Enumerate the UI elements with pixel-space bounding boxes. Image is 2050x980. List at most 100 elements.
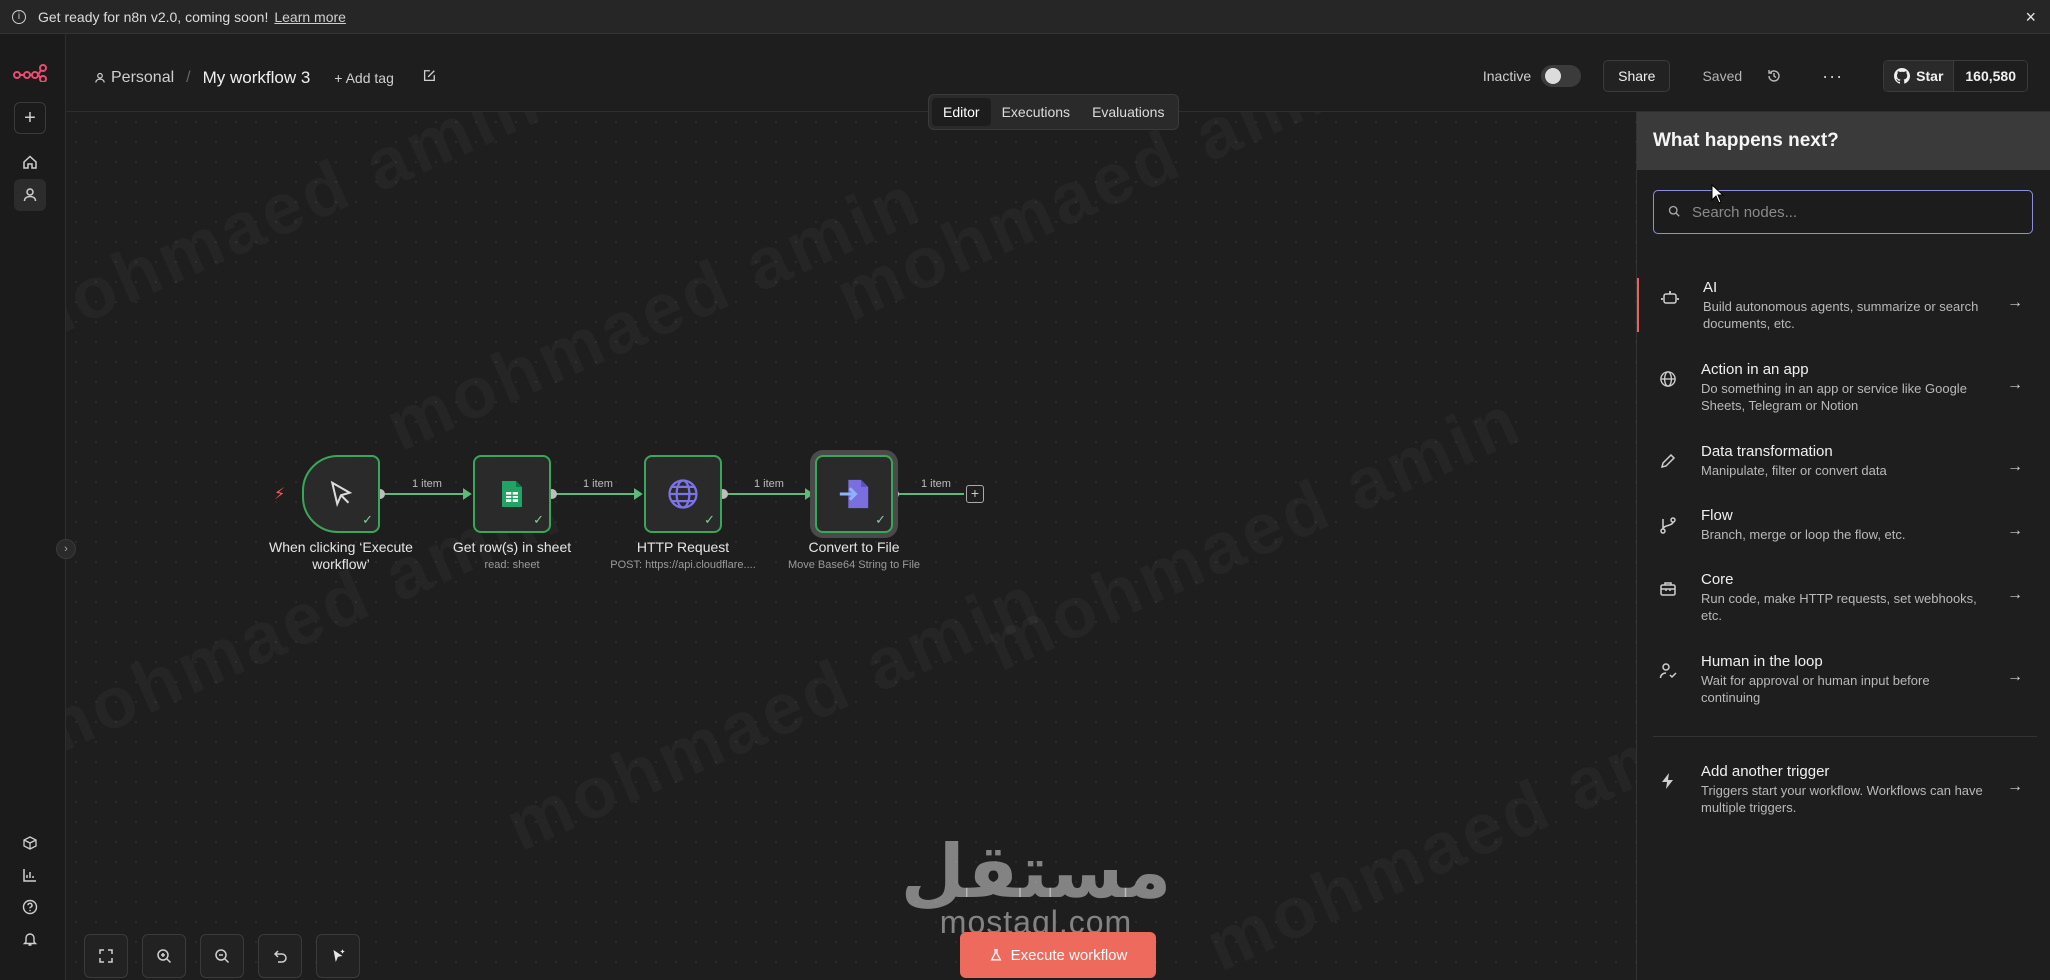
github-star-label: Star bbox=[1916, 68, 1944, 84]
help-icon[interactable] bbox=[14, 891, 46, 923]
success-check-icon: ✓ bbox=[875, 512, 886, 527]
execute-workflow-button[interactable]: Execute workflow bbox=[960, 932, 1156, 978]
fullscreen-icon bbox=[99, 949, 113, 963]
arrow-right-icon: → bbox=[2007, 778, 2023, 795]
close-icon[interactable]: × bbox=[2025, 7, 2036, 28]
success-check-icon: ✓ bbox=[533, 512, 544, 527]
category-data-transformation[interactable]: Data transformation Manipulate, filter or… bbox=[1637, 442, 2050, 479]
node-manual-trigger[interactable]: ✓ bbox=[302, 455, 380, 533]
edit-description-icon[interactable] bbox=[422, 69, 436, 88]
insights-icon[interactable] bbox=[14, 859, 46, 891]
category-core[interactable]: Core Run code, make HTTP requests, set we… bbox=[1637, 570, 2050, 624]
success-check-icon: ✓ bbox=[704, 512, 715, 527]
category-human-in-the-loop[interactable]: Human in the loop Wait for approval or hu… bbox=[1637, 652, 2050, 706]
bolt-icon bbox=[1653, 772, 1683, 790]
share-button[interactable]: Share bbox=[1603, 60, 1671, 92]
zoom-in-button[interactable] bbox=[142, 934, 186, 978]
add-tag-button[interactable]: + Add tag bbox=[334, 70, 394, 86]
robot-icon bbox=[1655, 288, 1685, 306]
category-title: Core bbox=[1701, 571, 1734, 588]
left-sidebar: + › bbox=[0, 34, 76, 980]
globe-icon bbox=[1653, 370, 1683, 388]
panel-title: What happens next? bbox=[1637, 112, 2050, 170]
home-icon[interactable] bbox=[14, 146, 46, 178]
category-title: Data transformation bbox=[1701, 443, 1833, 460]
edge-item-count: 1 item bbox=[921, 478, 951, 490]
zoom-out-icon bbox=[215, 949, 230, 964]
toolbox-icon bbox=[1653, 580, 1683, 598]
info-icon: i bbox=[12, 9, 26, 24]
execute-workflow-label: Execute workflow bbox=[1010, 946, 1128, 964]
success-check-icon: ✓ bbox=[362, 512, 373, 527]
connection-arrow bbox=[634, 488, 643, 500]
convert-file-icon bbox=[839, 479, 869, 509]
node-get-rows[interactable]: ✓ bbox=[473, 455, 551, 533]
arrow-right-icon: → bbox=[2007, 294, 2023, 311]
category-title: Human in the loop bbox=[1701, 653, 1823, 670]
breadcrumb-separator: / bbox=[186, 69, 191, 86]
fit-view-button[interactable] bbox=[84, 934, 128, 978]
node-subtitle: Move Base64 String to File bbox=[787, 559, 921, 571]
watermark-text: mohmaed amin bbox=[1194, 678, 1636, 980]
status-label: Inactive bbox=[1482, 68, 1532, 84]
magic-cursor-icon bbox=[333, 949, 345, 962]
breadcrumb: Personal / My workflow 3 + Add tag bbox=[94, 68, 436, 88]
category-flow[interactable]: Flow Branch, merge or loop the flow, etc.… bbox=[1637, 506, 2050, 543]
tab-editor[interactable]: Editor bbox=[932, 98, 991, 126]
github-star-button[interactable]: Star 160,580 bbox=[1883, 60, 2028, 92]
bell-icon[interactable] bbox=[14, 923, 46, 955]
undo-button[interactable] bbox=[258, 934, 302, 978]
node-label: When clicking ‘Execute workflow’ bbox=[269, 539, 413, 572]
expand-sidebar-icon[interactable]: › bbox=[56, 539, 76, 559]
connection-arrow bbox=[463, 488, 472, 500]
search-input[interactable] bbox=[1692, 203, 1992, 221]
github-icon bbox=[1894, 68, 1911, 84]
category-action-in-app[interactable]: Action in an app Do something in an app o… bbox=[1637, 360, 2050, 414]
node-http-request[interactable]: ✓ bbox=[644, 455, 722, 533]
connections-layer bbox=[375, 488, 964, 500]
arrow-right-icon: → bbox=[2007, 586, 2023, 603]
tab-evaluations[interactable]: Evaluations bbox=[1081, 98, 1175, 126]
add-node-button[interactable]: + bbox=[966, 485, 984, 503]
category-desc: Branch, merge or loop the flow, etc. bbox=[1701, 527, 1906, 542]
header-actions: Inactive Share Saved ··· Star 160,580 bbox=[1483, 60, 2050, 92]
node-subtitle: read: sheet bbox=[484, 559, 540, 571]
add-another-trigger[interactable]: Add another trigger Triggers start your w… bbox=[1637, 762, 2050, 816]
history-icon[interactable] bbox=[1766, 68, 1782, 84]
category-title: Add another trigger bbox=[1701, 763, 1830, 780]
active-toggle[interactable] bbox=[1541, 65, 1582, 87]
banner-text: Get ready for n8n v2.0, coming soon! bbox=[38, 8, 269, 25]
globe-icon bbox=[668, 479, 698, 509]
node-subtitle: POST: https://api.cloudflare.... bbox=[610, 559, 756, 571]
workflow-canvas[interactable]: mohmaed amin mohmaed amin mohmaed amin m… bbox=[66, 112, 1636, 980]
tab-executions[interactable]: Executions bbox=[991, 98, 1081, 126]
node-creator-panel: What happens next? AI Build autonomous ag… bbox=[1636, 112, 2050, 980]
learn-more-link[interactable]: Learn more bbox=[274, 9, 346, 25]
edge-item-count: 1 item bbox=[583, 478, 613, 490]
zoom-out-button[interactable] bbox=[200, 934, 244, 978]
project-link[interactable]: Personal bbox=[94, 69, 174, 87]
workflow-name[interactable]: My workflow 3 bbox=[203, 68, 311, 88]
category-desc: Build autonomous agents, summarize or se… bbox=[1703, 299, 1979, 331]
category-desc: Do something in an app or service like G… bbox=[1701, 381, 1967, 413]
node-label: Convert to File bbox=[808, 539, 900, 555]
search-box[interactable] bbox=[1653, 190, 2033, 234]
create-button[interactable]: + bbox=[14, 102, 46, 134]
n8n-logo[interactable] bbox=[13, 64, 47, 87]
undo-icon bbox=[273, 950, 287, 963]
arrow-right-icon: → bbox=[2007, 376, 2023, 393]
category-desc: Triggers start your workflow. Workflows … bbox=[1701, 783, 1983, 815]
arrow-right-icon: → bbox=[2007, 458, 2023, 475]
more-menu-button[interactable]: ··· bbox=[1822, 66, 1843, 87]
node-convert-to-file[interactable]: ✓ bbox=[815, 455, 893, 533]
templates-icon[interactable] bbox=[14, 827, 46, 859]
personal-icon[interactable] bbox=[14, 179, 46, 211]
category-ai[interactable]: AI Build autonomous agents, summarize or … bbox=[1637, 278, 2050, 332]
tidy-up-button[interactable] bbox=[316, 934, 360, 978]
category-title: Flow bbox=[1701, 507, 1733, 524]
project-name: Personal bbox=[111, 69, 175, 86]
branch-icon bbox=[1653, 516, 1683, 534]
arrow-right-icon: → bbox=[2007, 522, 2023, 539]
category-desc: Run code, make HTTP requests, set webhoo… bbox=[1701, 591, 1977, 623]
arrow-right-icon: → bbox=[2007, 668, 2023, 685]
